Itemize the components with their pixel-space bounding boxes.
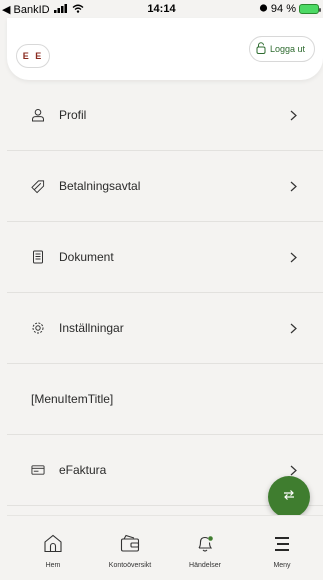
menu-item-placeholder[interactable]: [MenuItemTitle]: [7, 364, 323, 435]
avatar[interactable]: E E: [16, 44, 50, 68]
alarm-icon: [259, 3, 268, 15]
lock-icon: [256, 42, 266, 56]
bell-icon: [195, 534, 215, 558]
document-icon: [31, 250, 45, 264]
nav-item-handelser[interactable]: Händelser: [170, 534, 240, 569]
transfer-fab-button[interactable]: [268, 476, 310, 518]
invoice-icon: [31, 463, 45, 477]
chevron-right-icon: [290, 179, 297, 197]
gear-icon: [31, 321, 45, 335]
nav-item-meny[interactable]: Meny: [247, 534, 317, 569]
status-bar-right: 94 %: [259, 3, 321, 15]
tag-icon: [31, 179, 45, 193]
battery-icon: [299, 4, 321, 14]
menu-item-label: Profil: [59, 108, 87, 122]
chevron-right-icon: [290, 108, 297, 126]
menu-item-label: Dokument: [59, 250, 114, 264]
menu-item-label: Inställningar: [59, 321, 124, 335]
battery-percentage: 94 %: [270, 3, 296, 15]
transfer-arrows-icon: [282, 488, 296, 506]
nav-label: Hem: [45, 562, 61, 569]
menu-item-profil[interactable]: Profil: [7, 80, 323, 151]
chevron-right-icon: [290, 321, 297, 339]
nav-label: Meny: [273, 562, 291, 569]
menu-item-label: [MenuItemTitle]: [31, 392, 114, 406]
menu-item-betalningsavtal[interactable]: Betalningsavtal: [7, 151, 323, 222]
top-header: E E Logga ut: [7, 18, 323, 80]
menu-list: Profil Betalningsavtal Dokument Inställn…: [7, 80, 323, 506]
wallet-icon: [120, 534, 140, 558]
bottom-nav: Hem Kontoöversikt Händelser Meny: [7, 515, 323, 580]
nav-label: Händelser: [189, 562, 221, 569]
menu-item-label: Betalningsavtal: [59, 179, 141, 193]
nav-item-hem[interactable]: Hem: [18, 534, 88, 569]
logout-label: Logga ut: [269, 44, 305, 54]
person-icon: [31, 108, 45, 122]
status-bar: ◀ BankID 14:14 94 %: [0, 0, 323, 18]
menu-icon: [272, 534, 292, 558]
home-icon: [43, 534, 63, 558]
menu-item-installningar[interactable]: Inställningar: [7, 293, 323, 364]
menu-item-dokument[interactable]: Dokument: [7, 222, 323, 293]
chevron-right-icon: [290, 250, 297, 268]
logout-button[interactable]: Logga ut: [248, 36, 315, 62]
nav-item-kontooversikt[interactable]: Kontoöversikt: [95, 534, 165, 569]
menu-item-label: eFaktura: [59, 463, 107, 477]
nav-label: Kontoöversikt: [108, 562, 152, 569]
